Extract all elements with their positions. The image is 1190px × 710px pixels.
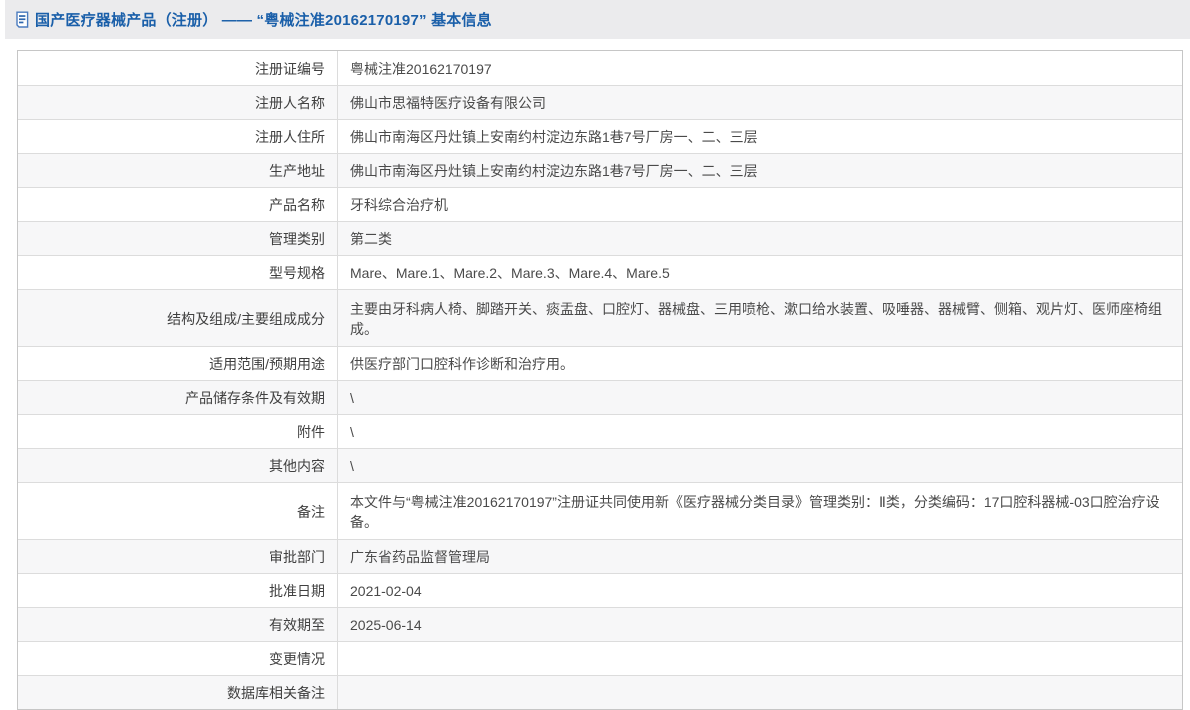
row-label: 其他内容 bbox=[18, 449, 338, 482]
table-row: 型号规格 Mare、Mare.1、Mare.2、Mare.3、Mare.4、Ma… bbox=[18, 255, 1182, 289]
row-value: 广东省药品监督管理局 bbox=[338, 540, 1182, 573]
table-row: 批准日期 2021-02-04 bbox=[18, 573, 1182, 607]
registration-info-table: 注册证编号 粤械注准20162170197 注册人名称 佛山市思福特医疗设备有限… bbox=[17, 50, 1183, 710]
row-value bbox=[338, 642, 1182, 675]
row-value: 本文件与“粤械注准20162170197”注册证共同使用新《医疗器械分类目录》管… bbox=[338, 483, 1182, 539]
table-row: 有效期至 2025-06-14 bbox=[18, 607, 1182, 641]
row-label: 生产地址 bbox=[18, 154, 338, 187]
row-label: 适用范围/预期用途 bbox=[18, 347, 338, 380]
row-value: 第二类 bbox=[338, 222, 1182, 255]
row-label: 管理类别 bbox=[18, 222, 338, 255]
page-header: 国产医疗器械产品（注册） —— “粤械注准20162170197” 基本信息 bbox=[5, 0, 1190, 39]
row-label: 产品储存条件及有效期 bbox=[18, 381, 338, 414]
row-value bbox=[338, 676, 1182, 709]
row-label: 结构及组成/主要组成成分 bbox=[18, 290, 338, 346]
row-label: 型号规格 bbox=[18, 256, 338, 289]
table-row: 管理类别 第二类 bbox=[18, 221, 1182, 255]
table-row: 产品名称 牙科综合治疗机 bbox=[18, 187, 1182, 221]
table-row: 其他内容 \ bbox=[18, 448, 1182, 482]
row-value: \ bbox=[338, 415, 1182, 448]
row-label: 变更情况 bbox=[18, 642, 338, 675]
row-value: 佛山市思福特医疗设备有限公司 bbox=[338, 86, 1182, 119]
row-label: 有效期至 bbox=[18, 608, 338, 641]
row-value: 2021-02-04 bbox=[338, 574, 1182, 607]
table-row: 审批部门 广东省药品监督管理局 bbox=[18, 539, 1182, 573]
row-label: 审批部门 bbox=[18, 540, 338, 573]
row-value: Mare、Mare.1、Mare.2、Mare.3、Mare.4、Mare.5 bbox=[338, 256, 1182, 289]
row-value: 供医疗部门口腔科作诊断和治疗用。 bbox=[338, 347, 1182, 380]
table-row: 附件 \ bbox=[18, 414, 1182, 448]
row-value: 佛山市南海区丹灶镇上安南约村淀边东路1巷7号厂房一、二、三层 bbox=[338, 154, 1182, 187]
table-row: 产品储存条件及有效期 \ bbox=[18, 380, 1182, 414]
row-value: 牙科综合治疗机 bbox=[338, 188, 1182, 221]
row-label: 注册人住所 bbox=[18, 120, 338, 153]
row-value: 粤械注准20162170197 bbox=[338, 51, 1182, 85]
table-row: 备注 本文件与“粤械注准20162170197”注册证共同使用新《医疗器械分类目… bbox=[18, 482, 1182, 539]
row-label: 产品名称 bbox=[18, 188, 338, 221]
table-row: 注册人住所 佛山市南海区丹灶镇上安南约村淀边东路1巷7号厂房一、二、三层 bbox=[18, 119, 1182, 153]
document-icon bbox=[14, 11, 30, 29]
row-value: \ bbox=[338, 381, 1182, 414]
table-row: 变更情况 bbox=[18, 641, 1182, 675]
row-label: 注册人名称 bbox=[18, 86, 338, 119]
page-title: 国产医疗器械产品（注册） —— “粤械注准20162170197” 基本信息 bbox=[35, 9, 492, 30]
row-value: 主要由牙科病人椅、脚踏开关、痰盂盘、口腔灯、器械盘、三用喷枪、漱口给水装置、吸唾… bbox=[338, 290, 1182, 346]
table-row: 生产地址 佛山市南海区丹灶镇上安南约村淀边东路1巷7号厂房一、二、三层 bbox=[18, 153, 1182, 187]
table-row: 适用范围/预期用途 供医疗部门口腔科作诊断和治疗用。 bbox=[18, 346, 1182, 380]
row-label: 备注 bbox=[18, 483, 338, 539]
table-row: 数据库相关备注 bbox=[18, 675, 1182, 709]
row-label: 注册证编号 bbox=[18, 51, 338, 85]
row-label: 附件 bbox=[18, 415, 338, 448]
table-row: 注册证编号 粤械注准20162170197 bbox=[18, 51, 1182, 85]
row-value: 2025-06-14 bbox=[338, 608, 1182, 641]
table-row: 结构及组成/主要组成成分 主要由牙科病人椅、脚踏开关、痰盂盘、口腔灯、器械盘、三… bbox=[18, 289, 1182, 346]
row-label: 批准日期 bbox=[18, 574, 338, 607]
row-label: 数据库相关备注 bbox=[18, 676, 338, 709]
row-value: \ bbox=[338, 449, 1182, 482]
table-row: 注册人名称 佛山市思福特医疗设备有限公司 bbox=[18, 85, 1182, 119]
row-value: 佛山市南海区丹灶镇上安南约村淀边东路1巷7号厂房一、二、三层 bbox=[338, 120, 1182, 153]
